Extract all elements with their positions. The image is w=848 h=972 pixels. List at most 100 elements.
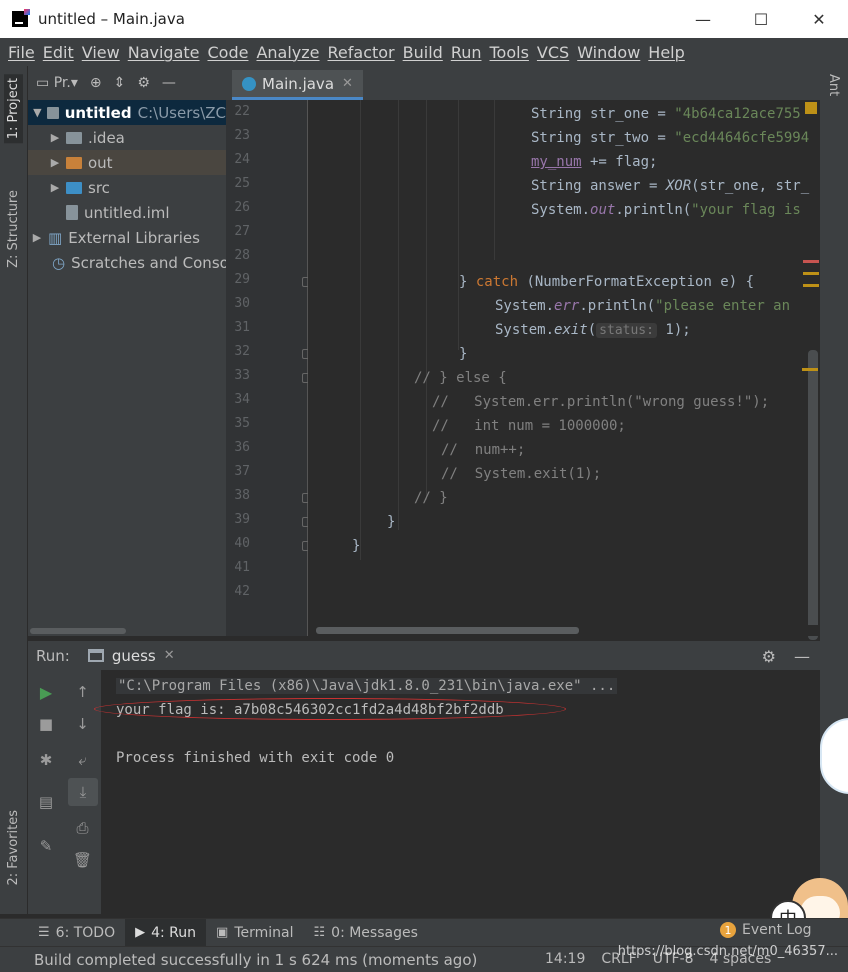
terminal-tab[interactable]: ▣ Terminal [206, 919, 303, 947]
locate-icon[interactable]: ⊕ [90, 75, 102, 91]
rerun-icon[interactable]: ▶ [28, 678, 64, 706]
ant-tool-tab[interactable]: Ant [826, 74, 841, 96]
editor-horizontal-scrollbar[interactable] [308, 625, 820, 636]
minimize-button[interactable]: — [674, 0, 732, 38]
status-message[interactable]: Build completed successfully in 1 s 624 … [34, 951, 477, 969]
editor-gutter: 22 23 24 25 26 27 28 29 30 31 32 33 34 3… [226, 100, 312, 636]
caret-position[interactable]: 14:19 [545, 951, 585, 967]
tree-item-iml[interactable]: untitled.iml [28, 200, 226, 225]
stop-icon[interactable]: ■ [28, 710, 64, 738]
line-number: 24 [234, 152, 250, 167]
tree-item-external-libraries[interactable]: ▶ ▥ External Libraries [28, 225, 226, 250]
project-view-selector[interactable]: ▭ Pr.▾ [36, 75, 78, 91]
messages-tab[interactable]: ☷ 0: Messages [304, 919, 428, 947]
collapse-all-icon[interactable]: ⇕ [114, 75, 126, 91]
menu-view[interactable]: View [82, 43, 120, 62]
tree-item-idea[interactable]: ▶ .idea [28, 125, 226, 150]
console-exit-line: Process finished with exit code 0 [116, 750, 395, 766]
java-class-icon [242, 76, 256, 91]
gear-icon[interactable]: ⚙ [137, 75, 150, 91]
menu-window[interactable]: Window [577, 43, 640, 62]
menu-run[interactable]: Run [451, 43, 482, 62]
menu-build[interactable]: Build [403, 43, 443, 62]
module-folder-icon [46, 106, 59, 119]
intellij-logo-icon [12, 9, 30, 27]
menu-help[interactable]: Help [648, 43, 684, 62]
code-line-25: String answer = XOR(str_one, str_ [531, 178, 810, 194]
scrollbar-thumb[interactable] [30, 628, 126, 634]
project-panel: ▭ Pr.▾ ⊕ ⇕ ⚙ — ▼ untitled C:\Users\ZC ▶ … [28, 66, 226, 636]
scrollbar-thumb[interactable] [316, 627, 579, 634]
hide-panel-icon[interactable]: — [794, 647, 810, 666]
scroll-to-end-icon[interactable]: ⤓ [68, 778, 98, 806]
menu-refactor[interactable]: Refactor [328, 43, 395, 62]
tree-item-scratches[interactable]: ◷ Scratches and Consoles [28, 250, 226, 275]
code-line-26: System.out.println("your flag is [531, 202, 801, 218]
line-number: 23 [234, 128, 250, 143]
todo-tab[interactable]: ☰ 6: TODO [28, 919, 125, 947]
close-icon[interactable]: ✕ [164, 648, 175, 663]
menu-vcs[interactable]: VCS [537, 43, 569, 62]
hide-icon[interactable]: — [162, 75, 176, 91]
menu-file[interactable]: File [8, 43, 35, 62]
code-line-34: // System.err.println("wrong guess!"); [432, 394, 770, 410]
left-tool-stripe: 1: Project Z: Structure 2: Favorites [0, 66, 28, 914]
window-title: untitled – Main.java [38, 10, 185, 28]
layout-icon[interactable]: ▤ [28, 788, 64, 816]
project-tool-tab[interactable]: 1: Project [4, 74, 23, 144]
scratches-icon: ◷ [52, 253, 66, 272]
tree-item-untitled[interactable]: ▼ untitled C:\Users\ZC [28, 100, 226, 125]
up-arrow-icon[interactable]: ↑ [64, 678, 101, 706]
code-line-39: } [387, 514, 396, 530]
debug-icon[interactable]: ✱ [28, 746, 64, 774]
menu-code[interactable]: Code [208, 43, 249, 62]
structure-tool-tab[interactable]: Z: Structure [4, 186, 23, 272]
event-log-tab[interactable]: 1 Event Log [720, 922, 812, 938]
title-bar: untitled – Main.java — ☐ ✕ [0, 0, 848, 38]
pin-icon[interactable]: ✎ [28, 832, 64, 860]
indent-guide [426, 100, 427, 500]
folder-icon [66, 131, 82, 144]
code-line-24: my_num += flag; [531, 154, 658, 170]
warning-stripe-mark[interactable] [803, 272, 819, 275]
close-button[interactable]: ✕ [790, 0, 848, 38]
run-tab[interactable]: ▶ 4: Run [125, 918, 207, 947]
print-icon[interactable]: ⎙ [64, 814, 101, 842]
code-line-23: String str_two = "ecd44646cfe5994 [531, 130, 810, 146]
menu-analyze[interactable]: Analyze [256, 43, 319, 62]
warning-stripe-mark[interactable] [802, 368, 818, 371]
code-line-30: System.err.println("please enter an [495, 298, 791, 314]
run-tab-guess[interactable]: guess ✕ [87, 647, 175, 665]
favorites-tool-tab[interactable]: 2: Favorites [4, 806, 23, 890]
maximize-button[interactable]: ☐ [732, 0, 790, 38]
source-folder-icon [66, 181, 82, 194]
line-number: 25 [234, 176, 250, 191]
error-stripe-mark[interactable] [803, 260, 819, 263]
close-icon[interactable]: ✕ [342, 76, 353, 91]
tree-item-src[interactable]: ▶ src [28, 175, 226, 200]
project-horizontal-scrollbar[interactable] [28, 626, 226, 636]
line-number: 42 [234, 584, 250, 599]
menu-edit[interactable]: Edit [43, 43, 74, 62]
down-arrow-icon[interactable]: ↓ [64, 710, 101, 738]
code-editor[interactable]: String str_one = "4b64ca12ace755 String … [308, 100, 820, 636]
menu-tools[interactable]: Tools [490, 43, 529, 62]
parameter-hint: status: [596, 323, 657, 338]
chevron-down-icon: ▼ [33, 106, 42, 119]
warning-indicator-icon[interactable] [805, 102, 817, 114]
messages-icon: ☷ [313, 925, 326, 940]
trash-icon[interactable]: 🗑 [64, 846, 101, 874]
line-number: 36 [234, 440, 250, 455]
code-line-38: // } [414, 490, 448, 506]
editor-vertical-scrollbar[interactable] [808, 350, 818, 640]
soft-wrap-icon[interactable]: ⤶ [64, 746, 101, 774]
warning-stripe-mark[interactable] [803, 284, 819, 287]
gear-icon[interactable]: ⚙ [762, 647, 776, 666]
annotation-ellipse [94, 698, 566, 720]
tab-main-java[interactable]: Main.java ✕ [232, 70, 363, 100]
code-line-33: // } else { [414, 370, 507, 386]
menu-navigate[interactable]: Navigate [128, 43, 200, 62]
run-console[interactable]: "C:\Program Files (x86)\Java\jdk1.8.0_23… [94, 670, 820, 914]
project-view-icon: ▭ [36, 75, 50, 91]
tree-item-out[interactable]: ▶ out [28, 150, 226, 175]
